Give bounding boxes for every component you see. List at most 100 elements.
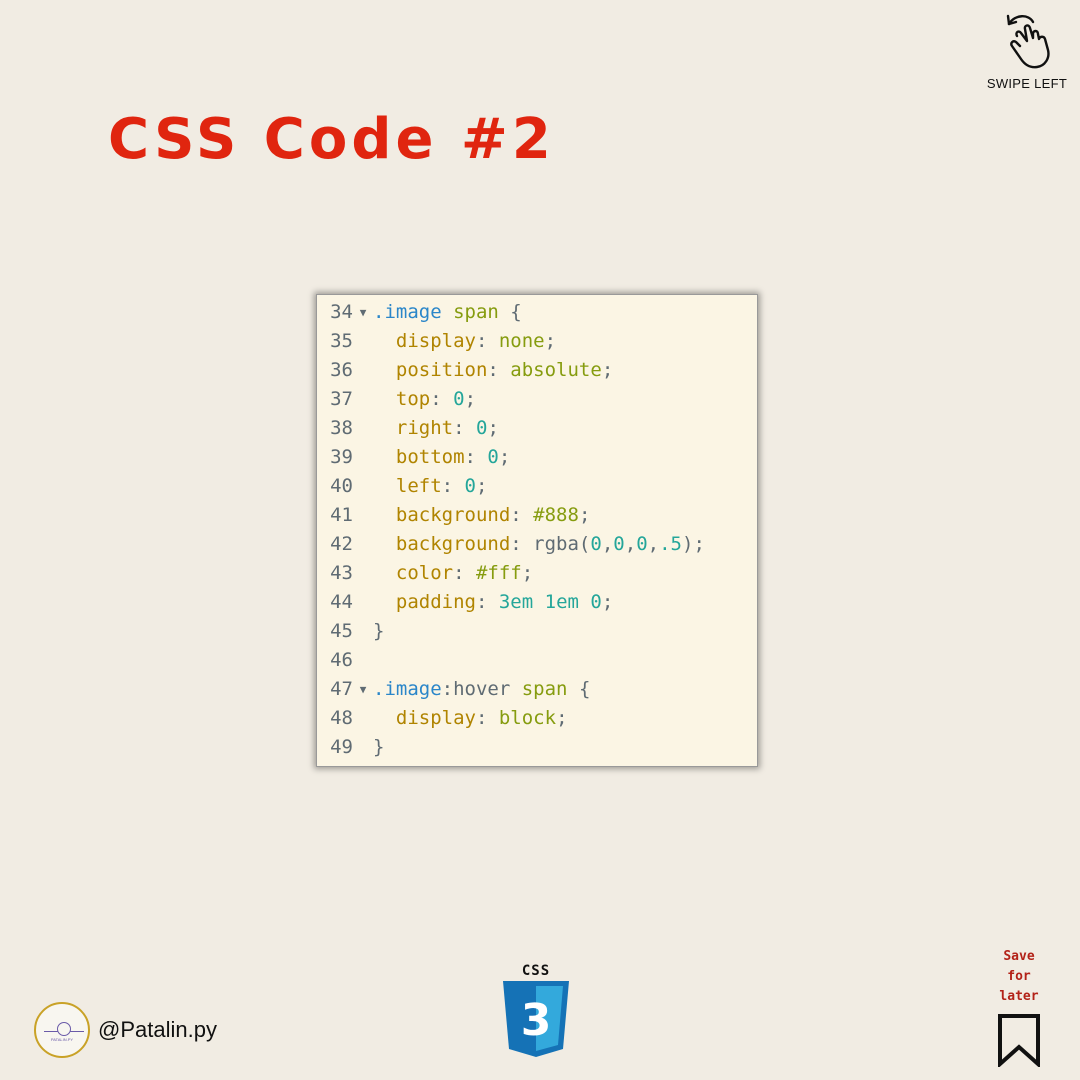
- line-number: 44: [330, 591, 353, 613]
- code-token: 3em: [498, 591, 534, 613]
- code-text: top: 0;: [373, 385, 476, 414]
- code-token: ;: [556, 707, 568, 729]
- code-token: ,: [647, 533, 660, 555]
- line-number: 34: [330, 301, 353, 323]
- code-line: 43 color: #fff;: [317, 559, 757, 588]
- code-line: 49}: [317, 733, 757, 762]
- avatar-text: PATALIN.PY: [50, 1037, 74, 1042]
- code-token: }: [373, 736, 385, 758]
- code-token: ;: [693, 533, 705, 555]
- code-text: .image span {: [373, 298, 522, 327]
- code-text: position: absolute;: [373, 356, 613, 385]
- code-text: }: [373, 733, 384, 762]
- code-token: bottom: [395, 446, 465, 468]
- line-number: 42: [330, 533, 353, 555]
- code-text: left: 0;: [373, 472, 488, 501]
- line-number: 48: [330, 707, 353, 729]
- avatar: PATALIN.PY: [34, 1002, 90, 1058]
- code-token: 1em: [544, 591, 579, 613]
- code-line: 39 bottom: 0;: [317, 443, 757, 472]
- code-token: :: [464, 446, 488, 468]
- code-text: color: #fff;: [373, 559, 533, 588]
- save-label: Save for later: [999, 949, 1039, 1004]
- fold-arrow-icon[interactable]: ▼: [353, 298, 373, 327]
- code-token: background: [395, 504, 511, 526]
- line-number: 41: [330, 504, 353, 526]
- code-token: :: [487, 359, 511, 381]
- code-line: 47 ▼ .image:hover span {: [317, 675, 757, 704]
- code-token: #888: [533, 504, 579, 526]
- code-token: ;: [498, 446, 511, 468]
- code-token: 0: [487, 446, 499, 468]
- fold-arrow-icon[interactable]: ▼: [353, 675, 373, 704]
- code-token: ;: [601, 591, 614, 613]
- line-number: 46: [330, 649, 353, 671]
- code-token: absolute: [510, 359, 602, 381]
- code-token: right: [395, 417, 454, 439]
- line-number: 37: [330, 388, 353, 410]
- code-line: 42 background: rgba(0,0,0,.5);: [317, 530, 757, 559]
- code-text: bottom: 0;: [373, 443, 510, 472]
- code-token: 0: [475, 417, 488, 439]
- code-token: ;: [487, 417, 499, 439]
- code-token: 0: [590, 533, 602, 555]
- code-token: 0: [464, 475, 476, 497]
- code-token: :: [475, 707, 499, 729]
- line-number: 38: [330, 417, 353, 439]
- code-token: ,: [624, 533, 637, 555]
- code-text: display: none;: [373, 327, 556, 356]
- code-token: ;: [464, 388, 477, 410]
- code-token: :: [453, 562, 476, 584]
- line-number: 47: [330, 678, 353, 700]
- page-title: CSS Code #2: [108, 107, 555, 172]
- author-handle[interactable]: PATALIN.PY @Patalin.py: [34, 1002, 217, 1058]
- hand-swipe-icon: [1006, 14, 1050, 69]
- code-line: 38 right: 0;: [317, 414, 757, 443]
- code-text: .image:hover span {: [373, 675, 590, 704]
- code-token: span: [453, 301, 499, 323]
- code-token: span: [521, 678, 568, 700]
- code-token: position: [395, 359, 488, 381]
- code-token: block: [498, 707, 557, 729]
- code-line: 35 display: none;: [317, 327, 757, 356]
- code-line: 48 display: block;: [317, 704, 757, 733]
- code-token: {: [567, 678, 591, 700]
- code-text: }: [373, 617, 384, 646]
- code-token: 0: [590, 591, 602, 613]
- code-line: 37 top: 0;: [317, 385, 757, 414]
- code-text: display: block;: [373, 704, 568, 733]
- code-line: 46: [317, 646, 757, 675]
- code-token: .image: [373, 301, 442, 323]
- code-token: left: [395, 475, 442, 497]
- code-token: .5: [659, 533, 682, 555]
- code-token: }: [373, 620, 385, 642]
- line-number: 49: [330, 736, 353, 758]
- code-token: :: [475, 591, 499, 613]
- code-token: ;: [578, 504, 591, 526]
- swipe-hint[interactable]: SWIPE LEFT: [982, 8, 1072, 91]
- save-for-later[interactable]: Save for later: [994, 947, 1044, 1067]
- code-line: 44 padding: 3em 1em 0;: [317, 588, 757, 617]
- code-token: none: [498, 330, 545, 352]
- code-token: :: [430, 388, 454, 410]
- code-line: 40 left: 0;: [317, 472, 757, 501]
- code-token: ;: [544, 330, 557, 352]
- code-token: :: [510, 533, 534, 555]
- handle-text: @Patalin.py: [98, 1017, 217, 1042]
- bookmark-icon: [998, 1014, 1040, 1067]
- code-token: :: [475, 330, 499, 352]
- code-text: background: #888;: [373, 501, 591, 530]
- code-token: :: [453, 417, 476, 439]
- code-line: 36 position: absolute;: [317, 356, 757, 385]
- logo-mark-icon: [57, 1022, 71, 1036]
